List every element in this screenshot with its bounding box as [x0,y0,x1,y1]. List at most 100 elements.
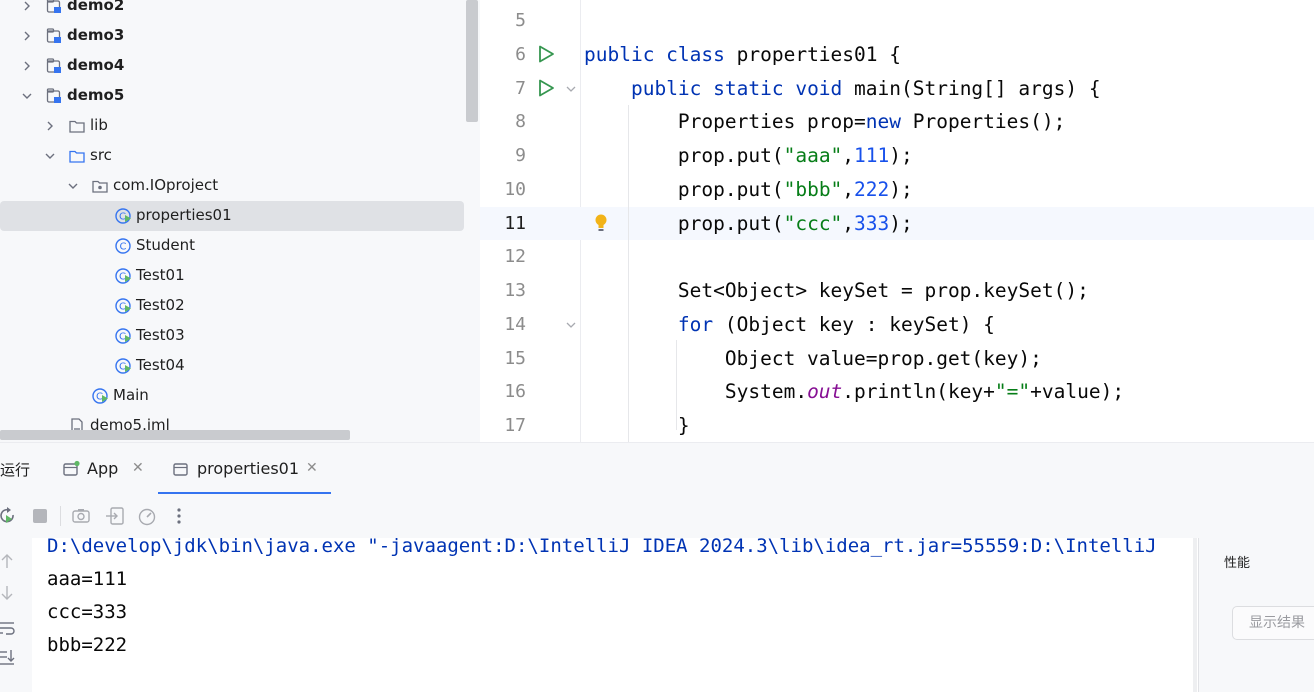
console-scrollbar[interactable] [1193,538,1197,692]
code-line[interactable]: 15 Object value=prop.get(key); [480,342,1314,375]
code-line[interactable]: 16 System.out.println(key+"="+value); [480,375,1314,408]
console-side-toolbar [0,538,32,692]
performance-label: 性能 [1224,556,1251,571]
code-text: Object value=prop.get(key); [584,346,1042,370]
code-text: prop.put("aaa",111); [584,144,913,167]
more-icon[interactable] [169,506,189,526]
tree-item-lib[interactable]: lib [0,111,464,141]
arrow-down-icon[interactable] [0,584,16,602]
tree-item-test04[interactable]: C Test04 [0,351,464,381]
tree-item-com-ioproject[interactable]: com.IOproject [0,171,464,201]
code-text: prop.put("ccc",333); [584,211,913,235]
code-line[interactable]: 17 } [480,409,1314,442]
tree-item-label: src [90,146,112,164]
code-text: public static void main(String[] args) { [630,76,1101,100]
tree-item-label: demo2 [67,0,125,14]
code-line[interactable]: 6 public class properties01 { [480,38,1314,71]
code-line[interactable]: 8 Properties prop=new Properties(); [480,105,1314,138]
code-text: Set<Object> keySet = prop.keySet(); [584,279,1089,302]
code-line[interactable]: 14 for (Object key : keySet) { [480,308,1314,341]
line-number: 17 [504,415,526,436]
show-results-button[interactable]: 显示结果 [1232,606,1314,640]
code-line[interactable]: 11 prop.put("ccc",333); [480,206,1314,240]
code-line[interactable]: 5 [480,4,1314,37]
code-line[interactable]: 7 public static void main(String[] args)… [480,72,1314,105]
tree-item-src[interactable]: src [0,141,464,171]
chevron-down-icon[interactable] [66,179,80,193]
tree-item-main[interactable]: C Main [0,381,464,411]
tree-item-label: demo4 [67,56,125,74]
run-gutter-icon[interactable] [536,78,556,98]
tree-item-label: com.IOproject [113,176,219,194]
soft-wrap-icon[interactable] [0,618,16,636]
code-line[interactable]: 12 [480,240,1314,273]
runnable-class-icon: C [115,328,131,344]
exit-icon[interactable] [105,506,125,526]
tree-item-demo4[interactable]: demo4 [0,51,464,81]
tree-item-test02[interactable]: C Test02 [0,291,464,321]
java-class-icon: C [115,238,131,254]
close-tab-properties01-icon[interactable]: ✕ [306,460,318,476]
code-line[interactable]: 9 prop.put("aaa",111); [480,139,1314,172]
chevron-right-icon[interactable] [20,0,34,13]
tree-item-demo3[interactable]: demo3 [0,21,464,51]
close-tab-app-icon[interactable]: ✕ [132,460,144,476]
tree-item-label: Test04 [136,356,185,374]
tree-item-label: properties01 [136,206,232,224]
code-line[interactable]: 10 prop.put("bbb",222); [480,173,1314,206]
tree-item-label: Main [113,386,149,404]
svg-text:C: C [119,212,126,223]
stop-icon[interactable] [30,506,50,526]
svg-text:C: C [119,302,126,313]
fold-chevron-icon[interactable] [564,82,578,96]
console-command-line: D:\develop\jdk\bin\java.exe "-javaagent:… [47,535,1157,557]
chevron-right-icon[interactable] [20,29,34,43]
tree-item-label: lib [90,116,108,134]
tab-app-label: App [87,459,119,478]
code-line[interactable]: 13 Set<Object> keySet = prop.keySet(); [480,274,1314,307]
console-output-line: bbb=222 [47,634,128,656]
line-number: 5 [515,10,526,31]
run-tool-window-header: 运行 App ✕ properties01 ✕ [0,442,1314,495]
code-editor[interactable]: 5 6 public class properties01 {7 public st… [480,0,1314,442]
tree-item-test01[interactable]: C Test01 [0,261,464,291]
line-number: 14 [504,313,526,335]
runnable-class-icon: C [115,208,131,224]
run-gutter-icon[interactable] [536,44,556,64]
fold-chevron-icon[interactable] [564,318,578,332]
chevron-right-icon[interactable] [20,59,34,73]
tree-vertical-scrollbar[interactable] [466,0,478,122]
runnable-class-icon: C [92,388,108,404]
chevron-down-icon[interactable] [20,89,34,103]
code-text: Properties prop=new Properties(); [584,110,1066,134]
tab-app[interactable]: App ✕ [58,443,150,495]
tree-item-label: Test01 [136,266,185,284]
application-icon [173,463,188,476]
camera-icon[interactable] [71,506,91,526]
tree-item-test03[interactable]: C Test03 [0,321,464,351]
indent-guide [628,105,629,442]
panel-splitter[interactable] [1198,538,1210,692]
tree-item-demo5[interactable]: demo5 [0,81,464,111]
line-number: 10 [504,178,526,200]
tree-item-demo2[interactable]: demo2 [0,0,464,21]
tree-item-properties01[interactable]: Cproperties01 [0,201,464,231]
arrow-up-icon[interactable] [0,552,16,570]
svg-text:C: C [119,272,126,283]
gauge-icon[interactable] [137,506,157,526]
tab-properties01-label: properties01 [197,459,300,478]
runnable-class-icon: C [115,298,131,314]
console-output[interactable]: D:\develop\jdk\bin\java.exe "-javaagent:… [32,535,1198,692]
chevron-right-icon[interactable] [43,119,57,133]
rerun-icon[interactable] [0,506,18,526]
svg-text:C: C [119,362,126,373]
tab-properties01[interactable]: properties01 ✕ [158,443,331,495]
chevron-down-icon[interactable] [43,149,57,163]
application-icon [63,460,80,476]
folder-icon [69,120,85,133]
tree-horizontal-scrollbar[interactable] [0,430,350,440]
tree-item-student[interactable]: C Student [0,231,464,261]
scroll-to-end-icon[interactable] [0,648,16,666]
line-number: 16 [504,381,526,403]
tree-item-label: Test02 [136,296,185,314]
